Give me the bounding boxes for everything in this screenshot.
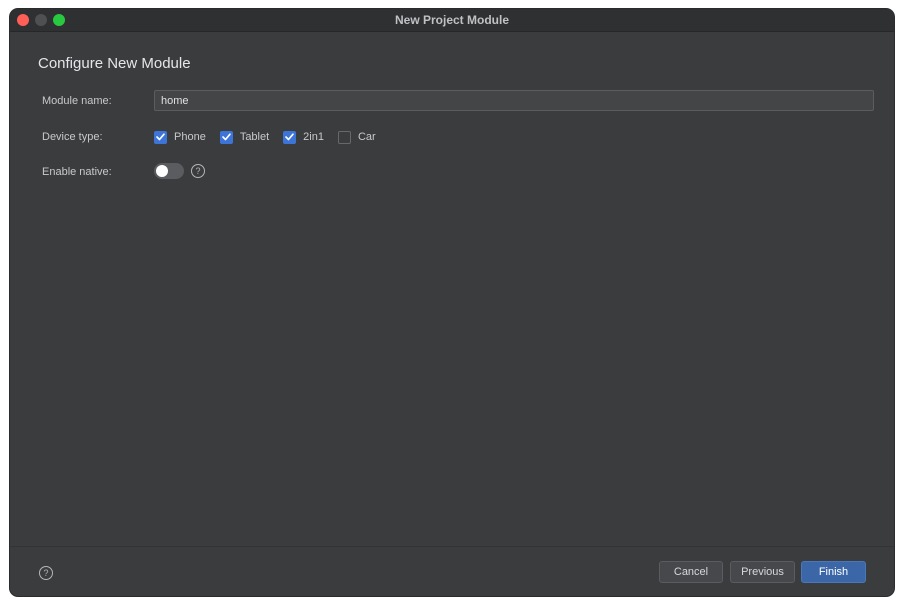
tablet-label: Tablet [239,131,270,143]
enable-native-label: Enable native: [42,166,112,178]
tablet-checkbox[interactable] [219,130,233,144]
device-type-2in1[interactable]: 2in1 [283,130,324,144]
page-title: Configure New Module [38,55,191,72]
checkmark-icon [285,133,294,141]
footer-divider [10,546,894,547]
title-bar: New Project Module [10,9,894,32]
2in1-checkbox[interactable] [283,130,297,144]
dialog-window: New Project Module Configure New Module … [10,9,894,596]
finish-button[interactable]: Finish [801,561,866,583]
car-checkbox[interactable] [337,130,351,144]
toggle-knob [156,165,168,177]
device-type-car[interactable]: Car [337,130,376,144]
enable-native-toggle[interactable] [154,163,184,179]
car-label: Car [357,131,376,143]
phone-label: Phone [174,131,206,143]
device-type-options: Phone Tablet 2in1 Car [154,129,390,145]
device-type-tablet[interactable]: Tablet [219,130,270,144]
window-title: New Project Module [394,13,510,27]
checkmark-icon [156,133,165,141]
phone-checkbox[interactable] [154,130,167,144]
module-name-label: Module name: [42,95,112,107]
module-name-input[interactable] [154,90,874,111]
2in1-label: 2in1 [303,131,324,143]
device-type-label: Device type: [42,131,103,143]
device-type-phone[interactable]: Phone [154,130,206,144]
previous-button[interactable]: Previous [730,561,795,583]
question-circle-icon[interactable]: ? [191,164,205,178]
cancel-button[interactable]: Cancel [659,561,723,583]
checkmark-icon [222,133,231,141]
help-icon[interactable]: ? [39,566,53,580]
